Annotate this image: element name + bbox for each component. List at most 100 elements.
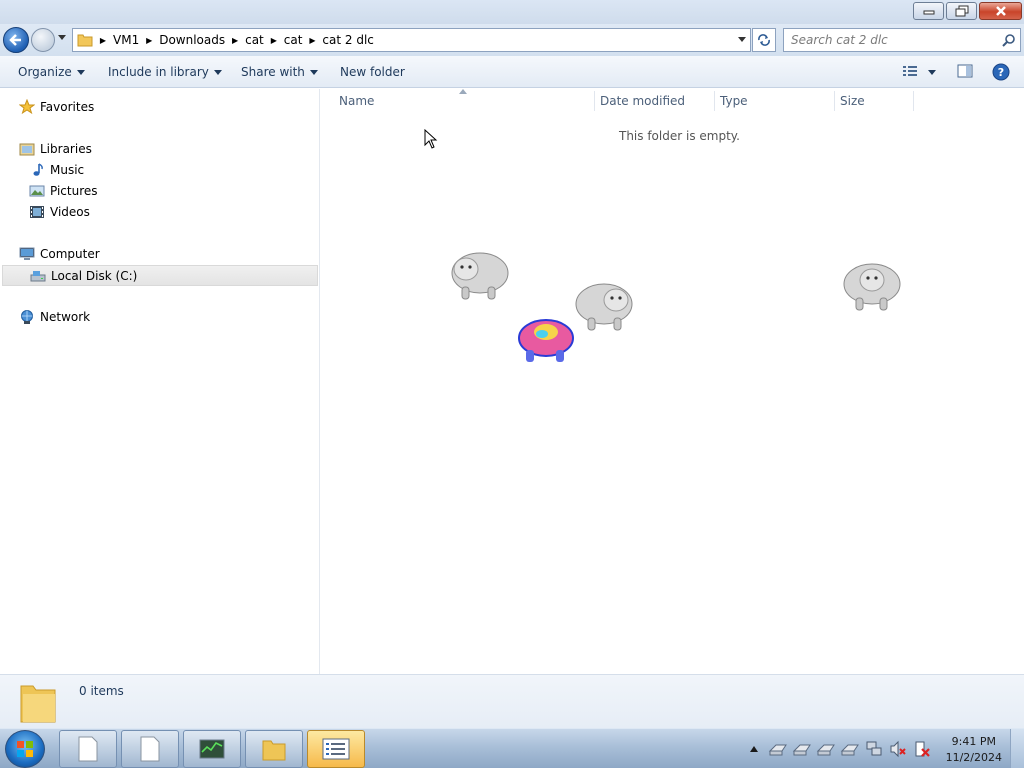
minimize-icon <box>923 10 934 15</box>
show-desktop-button[interactable] <box>1010 729 1024 768</box>
refresh-icon <box>758 34 770 46</box>
change-view-icon[interactable] <box>902 63 918 79</box>
action-center-warning-icon[interactable] <box>913 740 931 758</box>
sidebar-item-label: Computer <box>40 247 100 261</box>
column-divider[interactable] <box>834 91 835 111</box>
close-button[interactable] <box>979 2 1022 20</box>
search-input[interactable] <box>784 29 989 51</box>
chevron-down-icon <box>76 69 85 75</box>
computer-icon <box>19 246 35 262</box>
sidebar-item-label: Local Disk (C:) <box>51 268 138 283</box>
search-box[interactable] <box>783 28 1021 52</box>
breadcrumb: ▶ VM1 ▶ Downloads ▶ cat ▶ cat ▶ cat 2 dl… <box>93 33 374 47</box>
column-header-size[interactable]: Size <box>840 94 865 108</box>
start-button[interactable] <box>5 730 45 768</box>
file-list[interactable]: Name Date modified Type Size This folder… <box>321 89 1024 674</box>
recent-pages-chevron-down-icon[interactable] <box>58 35 66 40</box>
sidebar-item-network[interactable]: Network <box>19 309 90 325</box>
show-hidden-icons-chevron-up-icon[interactable] <box>750 746 758 752</box>
network-drive-icon[interactable] <box>792 741 812 757</box>
share-with-button[interactable]: Share with <box>241 65 318 79</box>
chevron-down-icon <box>309 69 318 75</box>
column-header-name[interactable]: Name <box>339 94 374 108</box>
forward-button[interactable] <box>31 28 55 52</box>
folder-icon <box>77 34 93 47</box>
navigation-pane: Favorites Libraries Music Pictures Video… <box>0 89 320 674</box>
close-icon <box>995 6 1006 16</box>
document-icon <box>78 736 98 762</box>
empty-folder-message: This folder is empty. <box>619 129 740 143</box>
star-icon <box>19 99 35 115</box>
sidebar-item-label: Network <box>40 310 91 324</box>
organize-button[interactable]: Organize <box>18 65 85 79</box>
breadcrumb-separator-icon[interactable]: ▶ <box>225 36 245 45</box>
cat-sprite-icon <box>575 283 633 331</box>
colorful-cat-sprite-icon <box>518 319 574 362</box>
new-folder-button[interactable]: New folder <box>340 65 405 79</box>
include-in-library-label: Include in library <box>108 65 209 79</box>
network-drive-icon[interactable] <box>768 741 788 757</box>
breadcrumb-separator-icon[interactable]: ▶ <box>264 36 284 45</box>
taskbar-document-button[interactable] <box>59 730 117 768</box>
breadcrumb-separator-icon[interactable]: ▶ <box>302 36 322 45</box>
sidebar-item-local-disk[interactable]: Local Disk (C:) <box>2 265 318 286</box>
column-divider[interactable] <box>594 91 595 111</box>
restore-icon <box>955 5 968 17</box>
film-strip-icon <box>29 204 45 220</box>
taskbar-document-button[interactable] <box>121 730 179 768</box>
view-options-chevron-down-icon[interactable] <box>928 70 936 75</box>
taskbar-explorer-button[interactable] <box>245 730 303 768</box>
network-drive-icon[interactable] <box>840 741 860 757</box>
network-status-icon[interactable] <box>865 740 883 758</box>
address-bar[interactable]: ▶ VM1 ▶ Downloads ▶ cat ▶ cat ▶ cat 2 dl… <box>72 28 751 52</box>
svg-text:?: ? <box>998 66 1004 79</box>
share-with-label: Share with <box>241 65 305 79</box>
cat-sprite-icon <box>451 252 509 300</box>
help-icon[interactable]: ? <box>992 63 1010 81</box>
breadcrumb-item[interactable]: cat <box>284 33 303 47</box>
navigation-bar: ▶ VM1 ▶ Downloads ▶ cat ▶ cat ▶ cat 2 dl… <box>0 24 1024 56</box>
taskbar-active-window-button[interactable] <box>307 730 365 768</box>
breadcrumb-item[interactable]: cat <box>245 33 264 47</box>
column-header-date-modified[interactable]: Date modified <box>600 94 685 108</box>
sort-ascending-icon <box>459 89 467 94</box>
column-divider[interactable] <box>913 91 914 111</box>
breadcrumb-separator-icon[interactable]: ▶ <box>93 36 113 45</box>
sidebar-item-libraries[interactable]: Libraries <box>19 141 92 157</box>
sidebar-item-favorites[interactable]: Favorites <box>19 99 94 115</box>
sidebar-item-pictures[interactable]: Pictures <box>29 183 98 199</box>
network-icon <box>19 309 35 325</box>
column-divider[interactable] <box>714 91 715 111</box>
network-drive-icon[interactable] <box>816 741 836 757</box>
libraries-icon <box>19 141 35 157</box>
volume-muted-icon[interactable] <box>889 740 907 758</box>
sidebar-item-videos[interactable]: Videos <box>29 204 90 220</box>
sidebar-item-computer[interactable]: Computer <box>19 246 100 262</box>
restore-button[interactable] <box>946 2 977 20</box>
new-folder-label: New folder <box>340 65 405 79</box>
preview-pane-icon[interactable] <box>957 63 973 79</box>
sidebar-item-label: Libraries <box>40 142 92 156</box>
breadcrumb-item[interactable]: VM1 <box>113 33 139 47</box>
system-clock[interactable]: 9:41 PM 11/2/2024 <box>946 734 1002 766</box>
music-note-icon <box>29 162 45 178</box>
search-icon[interactable] <box>1002 33 1016 47</box>
sidebar-item-music[interactable]: Music <box>29 162 84 178</box>
minimize-button[interactable] <box>913 2 944 20</box>
breadcrumb-item[interactable]: Downloads <box>159 33 225 47</box>
window-controls <box>913 2 1022 20</box>
sidebar-item-label: Favorites <box>40 100 95 114</box>
document-icon <box>140 736 160 762</box>
breadcrumb-item[interactable]: cat 2 dlc <box>322 33 373 47</box>
address-history-chevron-down-icon[interactable] <box>738 37 746 42</box>
breadcrumb-separator-icon[interactable]: ▶ <box>139 36 159 45</box>
task-manager-icon <box>199 739 225 759</box>
refresh-button[interactable] <box>752 28 776 52</box>
title-bar <box>0 0 1024 24</box>
include-in-library-button[interactable]: Include in library <box>108 65 222 79</box>
mouse-cursor-icon <box>424 129 438 149</box>
sidebar-item-label: Music <box>50 163 85 177</box>
back-button[interactable] <box>3 27 29 53</box>
column-header-type[interactable]: Type <box>720 94 748 108</box>
taskbar-task-manager-button[interactable] <box>183 730 241 768</box>
